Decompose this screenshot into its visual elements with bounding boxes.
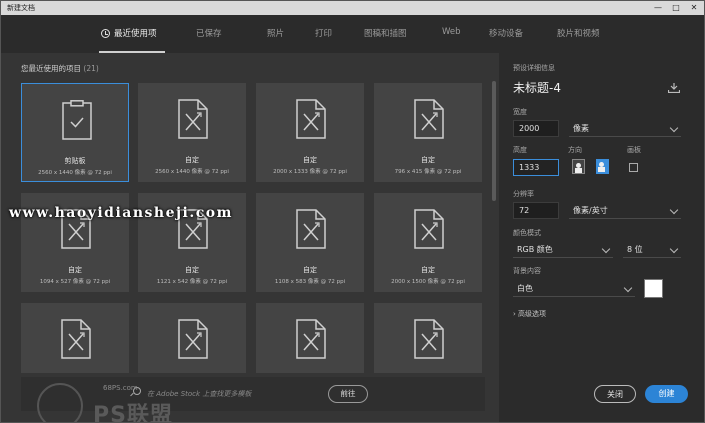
recent-document-card[interactable]: 自定 2000 x 1500 像素 @ 72 ppi	[374, 193, 482, 292]
card-title: 自定	[185, 156, 199, 164]
card-dimensions: 2560 x 1440 像素 @ 72 ppi	[38, 170, 112, 176]
card-dimensions: 1121 x 542 像素 @ 72 ppi	[156, 279, 228, 285]
landscape-orientation-button[interactable]	[596, 159, 609, 174]
chevron-down-icon	[601, 244, 611, 254]
card-dimensions: 2000 x 1333 像素 @ 72 ppi	[273, 169, 347, 175]
recent-panel: 您最近使用的项目 (21) 剪贴板 2560 x 1440 像素 @ 72 ppi…	[1, 53, 499, 422]
chevron-down-icon	[623, 283, 633, 293]
artboard-label: 画板	[627, 146, 641, 154]
card-dimensions: 2560 x 1440 像素 @ 72 ppi	[155, 169, 229, 175]
recent-document-card[interactable]	[21, 303, 129, 373]
recent-document-card[interactable]: 自定 2560 x 1440 像素 @ 72 ppi	[138, 83, 246, 182]
stock-search-bar: 在 Adobe Stock 上查找更多模板 前往	[21, 377, 485, 411]
card-title: 自定	[303, 266, 317, 274]
document-icon	[296, 319, 326, 359]
tab-art-illustration[interactable]: 图稿和插图	[364, 27, 407, 39]
go-button[interactable]: 前往	[328, 385, 368, 403]
minimize-button[interactable]: —	[650, 1, 666, 15]
new-document-dialog: 新建文档 — □ ✕ 最近使用项 已保存 照片 打印 图稿和插图 Web 移动设…	[0, 0, 705, 423]
maximize-button[interactable]: □	[668, 1, 684, 15]
bit-depth-select[interactable]: 8 位	[623, 241, 681, 258]
resolution-unit-select[interactable]: 像素/英寸	[569, 202, 681, 219]
create-button[interactable]: 创建	[645, 385, 688, 403]
card-dimensions: 1094 x 527 像素 @ 72 ppi	[39, 279, 111, 285]
tab-print[interactable]: 打印	[315, 27, 332, 39]
recent-document-card[interactable]	[138, 303, 246, 373]
document-icon	[178, 99, 208, 139]
document-icon	[178, 319, 208, 359]
document-icon	[296, 209, 326, 249]
clock-icon	[101, 29, 110, 38]
card-dimensions: 1108 x 583 像素 @ 72 ppi	[274, 279, 346, 285]
card-title: 剪贴板	[64, 157, 86, 165]
color-mode-select[interactable]: RGB 颜色	[513, 241, 613, 258]
width-input[interactable]: 2000	[513, 120, 559, 137]
watermark-site: 68PS.com	[103, 384, 138, 392]
save-preset-icon[interactable]	[668, 83, 680, 93]
tab-web[interactable]: Web	[442, 27, 461, 37]
background-select[interactable]: 白色	[513, 280, 635, 297]
document-icon	[414, 209, 444, 249]
card-title: 自定	[185, 266, 199, 274]
card-title: 自定	[303, 156, 317, 164]
card-title: 自定	[421, 266, 435, 274]
recent-document-card[interactable]: 自定 1108 x 583 像素 @ 72 ppi	[256, 193, 364, 292]
color-mode-label: 颜色模式	[513, 229, 541, 237]
tab-saved[interactable]: 已保存	[196, 27, 222, 39]
card-dimensions: 2000 x 1500 像素 @ 72 ppi	[391, 279, 465, 285]
background-color-swatch[interactable]	[644, 279, 663, 298]
document-name-input[interactable]: 未标题-4	[513, 79, 561, 96]
chevron-down-icon	[669, 205, 679, 215]
advanced-options-toggle[interactable]: › 高级选项	[513, 309, 546, 319]
document-icon	[414, 99, 444, 139]
width-label: 宽度	[513, 108, 527, 116]
tab-recent[interactable]: 最近使用项	[101, 27, 157, 39]
chevron-down-icon	[669, 123, 679, 133]
document-icon	[296, 99, 326, 139]
recent-document-card[interactable]: 自定 2000 x 1333 像素 @ 72 ppi	[256, 83, 364, 182]
recent-heading: 您最近使用的项目 (21)	[21, 64, 99, 73]
document-icon	[414, 319, 444, 359]
height-label: 高度	[513, 146, 527, 154]
preset-details-heading: 预设详细信息	[513, 64, 555, 72]
watermark-url: www.haoyidiansheji.com	[9, 205, 233, 221]
preset-details-panel: 预设详细信息 未标题-4 宽度 2000 像素 高度 方向 画板 1333 分辨…	[505, 53, 704, 422]
orientation-label: 方向	[568, 146, 582, 154]
window-title: 新建文档	[7, 4, 35, 12]
recent-document-card[interactable]	[374, 303, 482, 373]
document-icon	[61, 319, 91, 359]
close-button[interactable]: 关闭	[594, 385, 636, 403]
recent-items-grid: 剪贴板 2560 x 1440 像素 @ 72 ppi 自定 2560 x 1440 …	[21, 83, 495, 373]
resolution-input[interactable]: 72	[513, 202, 559, 219]
background-label: 背景内容	[513, 267, 541, 275]
card-dimensions: 796 x 415 像素 @ 72 ppi	[394, 169, 462, 175]
portrait-orientation-button[interactable]	[572, 159, 585, 174]
scrollbar-thumb[interactable]	[492, 81, 496, 201]
recent-document-card[interactable]: 剪贴板 2560 x 1440 像素 @ 72 ppi	[21, 83, 129, 182]
recent-document-card[interactable]	[256, 303, 364, 373]
category-tabs: 最近使用项 已保存 照片 打印 图稿和插图 Web 移动设备 胶片和视频	[1, 15, 704, 53]
title-bar: 新建文档 — □ ✕	[1, 1, 704, 15]
watermark-logo	[37, 383, 83, 422]
tab-mobile[interactable]: 移动设备	[489, 27, 523, 39]
width-unit-select[interactable]: 像素	[569, 120, 681, 137]
close-window-button[interactable]: ✕	[686, 1, 702, 15]
card-title: 自定	[68, 266, 82, 274]
clipboard-icon	[62, 100, 92, 140]
tab-film-video[interactable]: 胶片和视频	[557, 27, 600, 39]
artboard-checkbox[interactable]	[629, 163, 638, 172]
height-input[interactable]: 1333	[513, 159, 559, 176]
chevron-down-icon	[669, 244, 679, 254]
card-title: 自定	[421, 156, 435, 164]
resolution-label: 分辨率	[513, 190, 534, 198]
recent-document-card[interactable]: 自定 796 x 415 像素 @ 72 ppi	[374, 83, 482, 182]
watermark-brand: PS联盟	[93, 403, 173, 423]
tab-photo[interactable]: 照片	[267, 27, 284, 39]
